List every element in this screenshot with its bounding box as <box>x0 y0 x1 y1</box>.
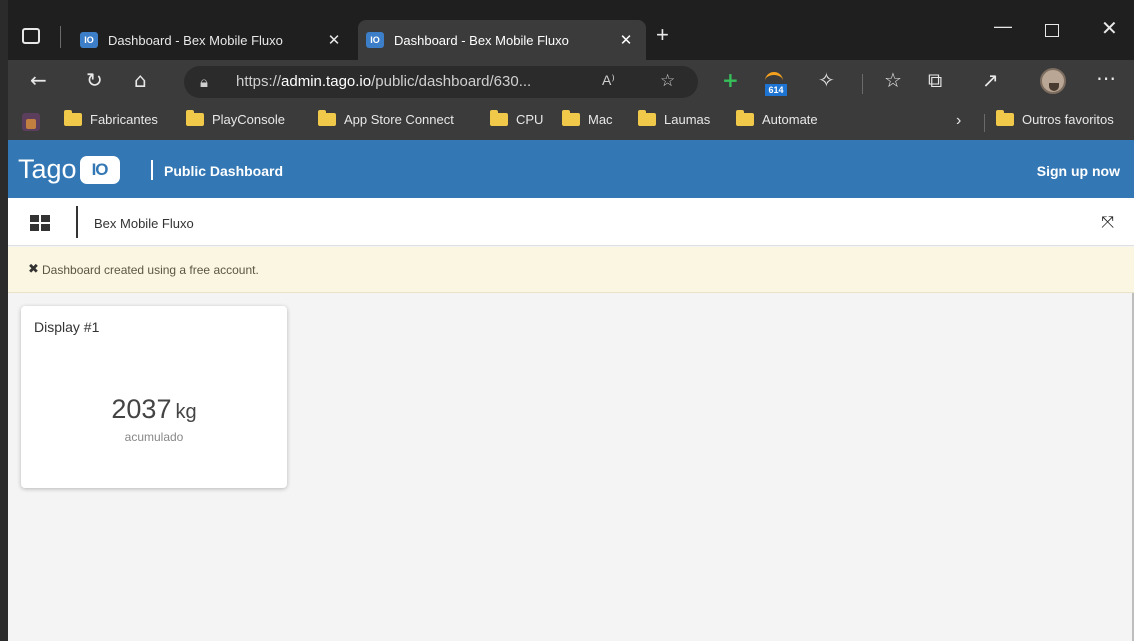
new-tab-icon[interactable]: + <box>656 22 669 48</box>
maximize-icon[interactable] <box>1045 24 1059 37</box>
tab-actions-icon[interactable] <box>22 28 40 44</box>
bookmark-other-favorites[interactable]: Outros favoritos <box>996 110 1114 127</box>
address-bar[interactable]: 🔒︎ https://admin.tago.io/public/dashboar… <box>184 66 698 98</box>
bookmark-automate[interactable]: Automate <box>736 110 818 127</box>
page-content: Tago IO Public Dashboard Sign up now Bex… <box>8 140 1134 641</box>
browser-titlebar: IO Dashboard - Bex Mobile Fluxo ✕ IO Das… <box>0 0 1134 60</box>
bookmarks-bar: Fabricantes PlayConsole App Store Connec… <box>0 104 1134 140</box>
widget-unit: kg <box>175 401 197 423</box>
folder-icon <box>64 110 82 126</box>
bookmark-cpu[interactable]: CPU <box>490 110 543 127</box>
rss-extension-icon[interactable]: 614 <box>765 72 787 96</box>
url-text[interactable]: https://admin.tago.io/public/dashboard/6… <box>236 73 531 90</box>
lock-icon[interactable]: 🔒︎ <box>200 73 208 91</box>
browser-tab-1[interactable]: IO Dashboard - Bex Mobile Fluxo ✕ <box>72 20 354 60</box>
widget-value: 2037 kg <box>21 394 287 425</box>
profile-avatar[interactable] <box>1040 68 1066 94</box>
folder-icon <box>186 110 204 126</box>
tab-separator <box>60 26 61 48</box>
dashboard-toolbar: Bex Mobile Fluxo ⤧ <box>8 198 1134 246</box>
dashboard-grid-icon[interactable] <box>30 215 50 231</box>
app-bookmark-icon[interactable] <box>22 113 40 131</box>
tab-label: Dashboard - Bex Mobile Fluxo <box>108 32 283 48</box>
folder-icon <box>490 110 508 126</box>
close-tab-icon[interactable]: ✕ <box>324 31 344 49</box>
header-separator <box>151 160 153 180</box>
bookmark-mac[interactable]: Mac <box>562 110 613 127</box>
extension-plus-icon[interactable]: + <box>722 68 739 92</box>
display-widget: Display #1 2037 kg acumulado <box>21 306 287 488</box>
minimize-icon[interactable]: — <box>994 16 1012 37</box>
share-icon[interactable]: ↗ <box>982 68 999 92</box>
refresh-icon[interactable]: ↻ <box>86 68 103 92</box>
dashboard-name: Bex Mobile Fluxo <box>94 216 194 231</box>
favorites-icon[interactable]: ☆ <box>884 68 902 92</box>
folder-icon <box>638 110 656 126</box>
bookmark-app-store-connect[interactable]: App Store Connect <box>318 110 454 127</box>
bookmark-fabricantes[interactable]: Fabricantes <box>64 110 158 127</box>
close-tab-icon[interactable]: ✕ <box>616 31 636 49</box>
folder-icon <box>318 110 336 126</box>
bookmark-separator <box>984 114 985 132</box>
close-notice-icon[interactable]: ✖ <box>28 261 39 277</box>
tago-header: Tago IO Public Dashboard Sign up now <box>8 140 1134 198</box>
add-favorite-icon[interactable]: ☆ <box>660 71 675 91</box>
toolbar-divider <box>862 74 863 94</box>
window-frame <box>0 0 8 641</box>
extensions-icon[interactable]: ✧ <box>818 68 835 92</box>
tago-favicon-icon: IO <box>366 32 384 48</box>
folder-icon <box>736 110 754 126</box>
widget-title: Display #1 <box>34 319 100 335</box>
browser-navbar: ← ↻ ⌂ 🔒︎ https://admin.tago.io/public/da… <box>0 60 1134 104</box>
notice-text: Dashboard created using a free account. <box>42 263 259 277</box>
chevron-right-icon[interactable]: › <box>956 112 961 130</box>
home-icon[interactable]: ⌂ <box>134 68 147 92</box>
tago-io-mark: IO <box>79 155 120 184</box>
fullscreen-icon[interactable]: ⤧ <box>1101 212 1114 232</box>
bookmark-playconsole[interactable]: PlayConsole <box>186 110 285 127</box>
page-subtitle: Public Dashboard <box>164 163 284 179</box>
collections-icon[interactable]: ⧉ <box>928 68 942 92</box>
more-options-icon[interactable]: ⋯ <box>1096 66 1116 90</box>
widget-label: acumulado <box>124 430 184 444</box>
back-icon[interactable]: ← <box>30 68 47 92</box>
sign-up-link[interactable]: Sign up now <box>1037 163 1120 179</box>
widget-number: 2037 <box>111 394 172 424</box>
folder-icon <box>562 110 580 126</box>
tago-logo[interactable]: Tago IO <box>18 154 120 185</box>
bookmark-laumas[interactable]: Laumas <box>638 110 710 127</box>
browser-tab-2[interactable]: IO Dashboard - Bex Mobile Fluxo ✕ <box>358 20 646 60</box>
tab-label: Dashboard - Bex Mobile Fluxo <box>394 32 569 48</box>
folder-icon <box>996 110 1014 126</box>
read-aloud-icon[interactable]: A⁾ <box>602 72 615 89</box>
toolbar-separator <box>76 206 78 238</box>
extension-badge: 614 <box>765 84 787 96</box>
window-close-icon[interactable]: ✕ <box>1101 16 1118 41</box>
free-account-notice: ✖ Dashboard created using a free account… <box>8 247 1134 293</box>
tago-favicon-icon: IO <box>80 32 98 48</box>
